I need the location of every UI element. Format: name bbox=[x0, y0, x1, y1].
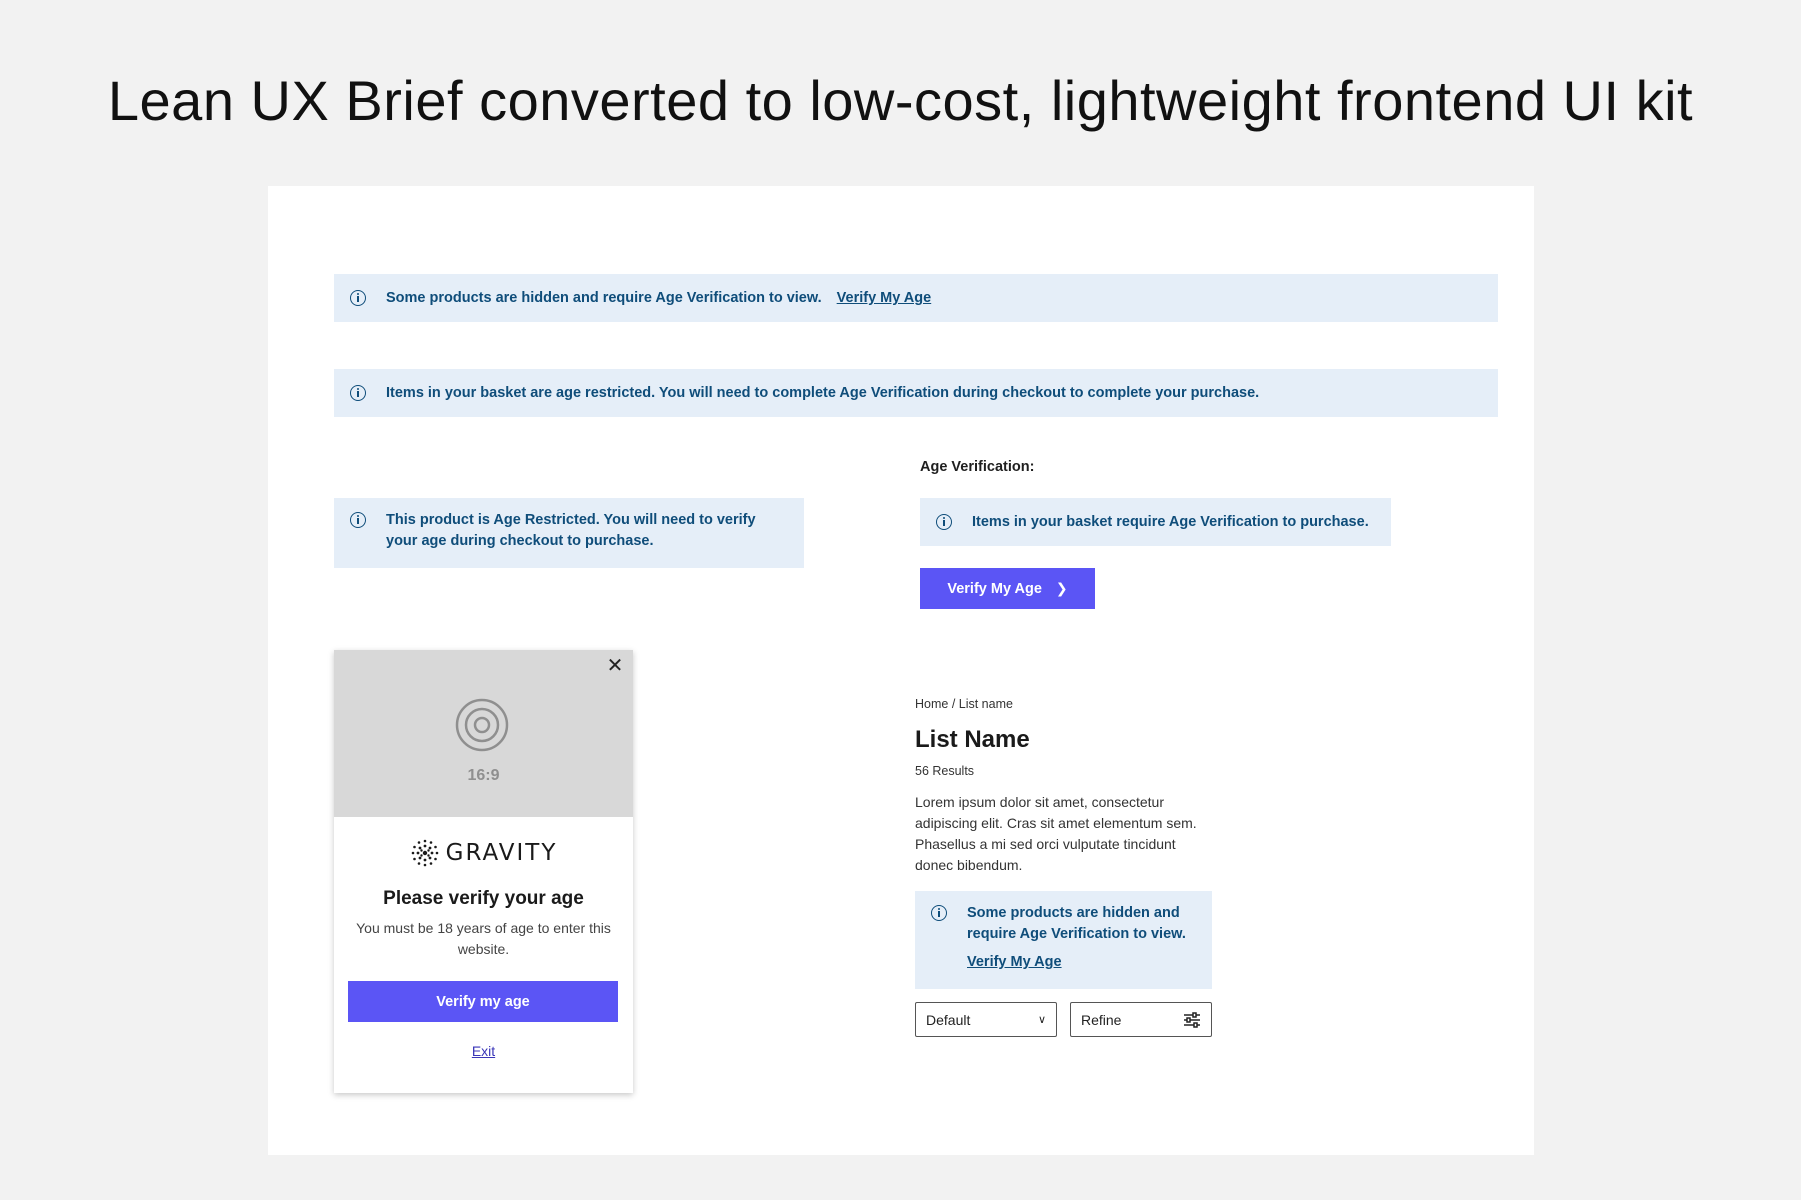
info-icon bbox=[350, 385, 366, 401]
verify-my-age-cta-button[interactable]: Verify my age bbox=[348, 981, 618, 1022]
page-title: Lean UX Brief converted to low-cost, lig… bbox=[107, 69, 1694, 132]
age-verification-label: Age Verification: bbox=[920, 459, 1035, 475]
info-icon bbox=[350, 512, 366, 528]
info-icon bbox=[936, 514, 952, 530]
media-placeholder: ✕ 16:9 bbox=[334, 650, 633, 817]
hidden-products-banner: Some products are hidden and require Age… bbox=[334, 274, 1498, 322]
chevron-down-icon: ∨ bbox=[1037, 1014, 1046, 1026]
banner-text: Some products are hidden and require Age… bbox=[967, 905, 1186, 942]
brand-name: GRAVITY bbox=[445, 840, 558, 866]
brand: GRAVITY bbox=[334, 838, 633, 868]
age-gate-modal: ✕ 16:9 GRAVITY Please verify your age Yo… bbox=[334, 650, 633, 1093]
info-icon bbox=[931, 905, 947, 921]
filter-icon bbox=[1184, 1011, 1200, 1028]
breadcrumb[interactable]: Home / List name bbox=[915, 697, 1013, 711]
chevron-right-icon: ❯ bbox=[1055, 580, 1068, 596]
banner-text: Items in your basket require Age Verific… bbox=[972, 514, 1369, 530]
ui-kit-canvas: Some products are hidden and require Age… bbox=[268, 186, 1534, 1155]
sort-select[interactable]: Default ∨ bbox=[915, 1002, 1057, 1037]
banner-text: Items in your basket are age restricted.… bbox=[386, 385, 1260, 401]
list-hidden-products-banner: Some products are hidden and require Age… bbox=[915, 891, 1212, 989]
verify-my-age-link[interactable]: Verify My Age bbox=[837, 290, 932, 306]
exit-link[interactable]: Exit bbox=[334, 1043, 633, 1059]
basket-restricted-banner: Items in your basket are age restricted.… bbox=[334, 369, 1498, 417]
results-count: 56 Results bbox=[915, 764, 975, 778]
refine-button[interactable]: Refine bbox=[1070, 1002, 1212, 1037]
list-title: List Name bbox=[915, 726, 1030, 753]
modal-heading: Please verify your age bbox=[383, 888, 584, 909]
modal-body-text: You must be 18 years of age to enter thi… bbox=[356, 920, 611, 957]
banner-text: Some products are hidden and require Age… bbox=[386, 290, 822, 306]
close-icon[interactable]: ✕ bbox=[605, 656, 625, 676]
verify-button-label: Verify My Age bbox=[947, 580, 1042, 597]
verify-my-age-link[interactable]: Verify My Age bbox=[967, 952, 1062, 973]
verify-my-age-button[interactable]: Verify My Age ❯ bbox=[920, 568, 1095, 609]
list-description: Lorem ipsum dolor sit amet, consectetur … bbox=[915, 794, 1197, 873]
info-icon bbox=[350, 290, 366, 306]
gravity-logo-icon bbox=[411, 839, 438, 867]
sort-selected-value: Default bbox=[926, 1011, 971, 1028]
placeholder-icon bbox=[455, 698, 509, 752]
aspect-ratio-label: 16:9 bbox=[467, 767, 500, 784]
product-restricted-banner: This product is Age Restricted. You will… bbox=[334, 498, 804, 568]
basket-require-banner: Items in your basket require Age Verific… bbox=[920, 498, 1391, 546]
banner-text: This product is Age Restricted. You will… bbox=[386, 512, 756, 549]
refine-label: Refine bbox=[1081, 1011, 1122, 1028]
